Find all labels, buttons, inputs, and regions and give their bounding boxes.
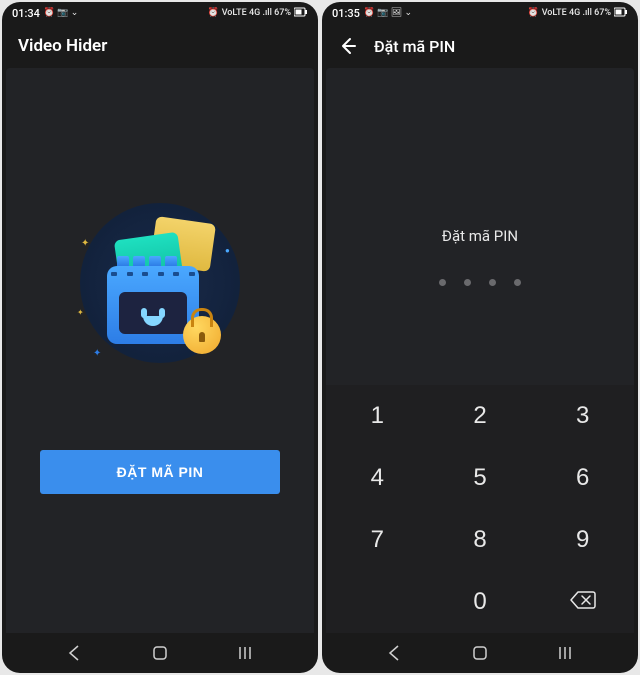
key-4[interactable]: 4 xyxy=(326,447,429,509)
android-nav-bar xyxy=(2,633,318,673)
pin-dot xyxy=(439,279,446,286)
pin-dot xyxy=(514,279,521,286)
status-left-icons: ⏰ 📷 🖼 ⌄ xyxy=(364,8,412,18)
key-0[interactable]: 0 xyxy=(429,571,532,633)
back-button[interactable] xyxy=(338,36,358,56)
set-pin-button[interactable]: ĐẶT MÃ PIN xyxy=(40,450,280,494)
status-bar: 01:35 ⏰ 📷 🖼 ⌄ ⏰ VoLTE 4G .ıll 67% xyxy=(322,2,638,24)
status-bar: 01:34 ⏰ 📷 ⌄ ⏰ VoLTE 4G .ıll 67% xyxy=(2,2,318,24)
welcome-body: ✦ ● ✦ ✦ ĐẶT MÃ PIN xyxy=(6,68,314,633)
sparkle-icon: ● xyxy=(225,246,230,255)
key-5[interactable]: 5 xyxy=(429,447,532,509)
status-left-icons: ⏰ 📷 ⌄ xyxy=(44,8,78,18)
key-1[interactable]: 1 xyxy=(326,385,429,447)
alarm-icon: ⏰ xyxy=(527,8,538,18)
lock-icon xyxy=(183,316,221,354)
status-time: 01:35 xyxy=(332,7,360,20)
alarm-icon: ⏰ xyxy=(207,8,218,18)
sparkle-icon: ✦ xyxy=(93,348,101,359)
pin-entry-screen: 01:35 ⏰ 📷 🖼 ⌄ ⏰ VoLTE 4G .ıll 67% Đặt mã… xyxy=(322,2,638,673)
battery-67-icon xyxy=(614,7,628,20)
key-7[interactable]: 7 xyxy=(326,509,429,571)
app-bar: Video Hider xyxy=(2,24,318,68)
android-nav-bar xyxy=(322,633,638,673)
pin-dot xyxy=(489,279,496,286)
welcome-illustration: ✦ ● ✦ ✦ xyxy=(75,198,245,368)
pin-prompt-label: Đặt mã PIN xyxy=(442,227,518,245)
nav-back-button[interactable] xyxy=(55,644,95,662)
backspace-icon xyxy=(570,588,596,615)
app-bar: Đặt mã PIN xyxy=(322,24,638,68)
key-6[interactable]: 6 xyxy=(531,447,634,509)
key-8[interactable]: 8 xyxy=(429,509,532,571)
header-title: Đặt mã PIN xyxy=(374,37,455,56)
app-title: Video Hider xyxy=(18,36,107,56)
pin-dots xyxy=(439,279,521,286)
sparkle-icon: ✦ xyxy=(81,238,89,249)
key-3[interactable]: 3 xyxy=(531,385,634,447)
network-status: VoLTE 4G .ıll 67% xyxy=(222,8,291,18)
key-backspace[interactable] xyxy=(531,571,634,633)
sparkle-icon: ✦ xyxy=(77,308,84,317)
key-blank xyxy=(326,571,429,633)
nav-recents-button[interactable] xyxy=(545,644,585,662)
key-2[interactable]: 2 xyxy=(429,385,532,447)
nav-home-button[interactable] xyxy=(460,644,500,662)
network-status: VoLTE 4G .ıll 67% xyxy=(542,8,611,18)
status-time: 01:34 xyxy=(12,7,40,20)
numeric-keypad: 1 2 3 4 5 6 7 8 9 0 xyxy=(326,385,634,633)
key-9[interactable]: 9 xyxy=(531,509,634,571)
nav-recents-button[interactable] xyxy=(225,644,265,662)
pin-body: Đặt mã PIN 1 2 3 4 5 6 7 8 9 0 xyxy=(326,68,634,633)
welcome-screen: 01:34 ⏰ 📷 ⌄ ⏰ VoLTE 4G .ıll 67% Video Hi… xyxy=(2,2,318,673)
pin-dot xyxy=(464,279,471,286)
nav-back-button[interactable] xyxy=(375,644,415,662)
battery-67-icon xyxy=(294,7,308,20)
nav-home-button[interactable] xyxy=(140,644,180,662)
